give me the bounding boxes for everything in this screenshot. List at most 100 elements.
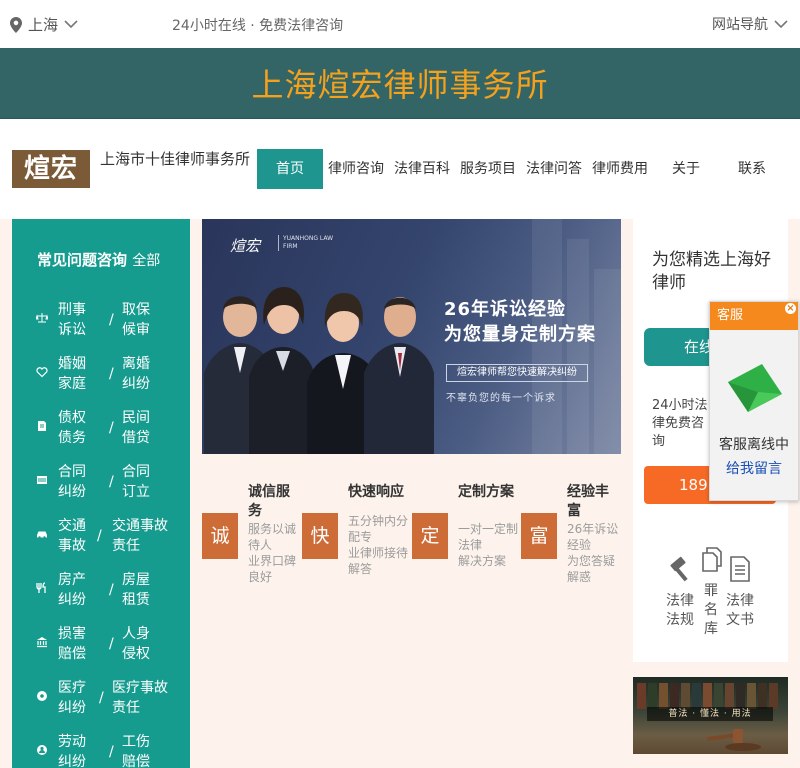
banner-title: 上海煊宏律师事务所 [251, 66, 549, 104]
city-label: 上海 [28, 16, 59, 34]
medical-icon [37, 691, 47, 701]
divider-slash: / [109, 636, 114, 652]
book-shape [648, 683, 657, 709]
feature-title: 经验丰富 [567, 484, 609, 519]
sidebar-item-sub[interactable]: 合同订立 [122, 462, 158, 502]
law-books-image[interactable]: 普法 · 懂法 · 用法 [633, 677, 788, 754]
book-shape [703, 683, 712, 709]
hours-text: 24小时法律免费咨询 [652, 398, 708, 449]
nav-home[interactable]: 首页 [257, 149, 323, 189]
sidebar-item-marriage[interactable]: 婚姻家庭 / 离婚纠纷 [12, 350, 190, 400]
city-selector[interactable]: 上海 [10, 14, 78, 35]
book-shape [714, 683, 723, 709]
slide-tagline: 煊宏律师帮您快速解决纠纷 [446, 364, 588, 382]
nav-lawyer-fees[interactable]: 律师费用 [587, 149, 653, 189]
sidebar-item-category[interactable]: 房产纠纷 [58, 570, 92, 610]
sidebar-item-labor[interactable]: 劳动纠纷 / 工伤赔偿 [12, 728, 190, 768]
sidebar-item-category[interactable]: 交通事故 [58, 516, 92, 556]
customer-service-widget: 客服 × 客服离线中 给我留言 [709, 301, 799, 501]
sidebar-title: 常见问题咨询 [37, 251, 128, 269]
firm-name: 上海市十佳律师事务所 [100, 150, 251, 168]
law-image-caption: 普法 · 懂法 · 用法 [647, 707, 773, 721]
sidebar-item-sub[interactable]: 取保候审 [122, 300, 158, 340]
feature-experience: 富 经验丰富 26年诉讼经验 为您答疑解惑 [521, 477, 621, 597]
faq-sidebar: 常见问题咨询 全部 刑事诉讼 / 取保候审 婚姻家庭 / 离婚纠纷 债权债务 /… [12, 219, 190, 768]
sidebar-item-category[interactable]: 劳动纠纷 [58, 732, 92, 768]
gavel-photo-icon [706, 729, 761, 751]
contract-icon [37, 476, 47, 484]
tool-label: 法律法规 [666, 593, 694, 628]
sidebar-item-category[interactable]: 损害赔偿 [58, 624, 92, 664]
hero-banner-image[interactable]: 煊宏 YUANHONG LAW FIRM 26年诉讼经验 为您量身定制方案 煊宏… [202, 219, 621, 454]
sidebar-item-sub[interactable]: 工伤赔偿 [122, 732, 158, 768]
main-nav: 首页 律师咨询 法律百科 服务项目 法律问答 律师费用 关于 联系 [257, 149, 785, 189]
divider-slash: / [109, 312, 114, 328]
site-nav-menu[interactable]: 网站导航 [712, 14, 788, 34]
feature-custom-plan: 定 定制方案 一对一定制法律 解决方案 [412, 477, 522, 597]
tool-label: 法律文书 [726, 593, 754, 628]
feature-title: 定制方案 [458, 484, 514, 500]
nav-contact[interactable]: 联系 [719, 149, 785, 189]
sidebar-all-link[interactable]: 全部 [132, 253, 160, 269]
nav-about[interactable]: 关于 [653, 149, 719, 189]
book-shape [769, 683, 778, 709]
sidebar-item-category[interactable]: 医疗纠纷 [58, 678, 92, 718]
close-icon[interactable]: × [785, 303, 796, 314]
feature-desc: 五分钟内分配专 业律师接待解答 [348, 514, 409, 576]
feature-icon-box: 定 [412, 513, 448, 559]
sidebar-item-contract[interactable]: 合同纠纷 / 合同订立 [12, 458, 190, 508]
scales-icon [36, 313, 48, 323]
divider-slash: / [109, 420, 114, 436]
nav-lawyer-consult[interactable]: 律师咨询 [323, 149, 389, 189]
envelope-icon [728, 364, 782, 412]
feature-title: 快速响应 [348, 484, 404, 500]
sidebar-item-sub[interactable]: 离婚纠纷 [122, 354, 158, 394]
slide-subline: 不辜负您的每一个诉求 [446, 393, 556, 404]
sidebar-item-sub[interactable]: 医疗事故责任 [112, 678, 174, 718]
tool-charges[interactable]: 罪名库 [699, 544, 723, 639]
divider-slash: / [97, 528, 102, 544]
sidebar-item-category[interactable]: 债权债务 [58, 408, 92, 448]
worker-icon [37, 745, 47, 755]
doc-text-icon [730, 556, 750, 582]
chevron-down-icon [64, 20, 78, 29]
building-shape [594, 269, 621, 454]
feature-title: 诚信服务 [248, 484, 290, 519]
firm-logo[interactable]: 煊宏 [12, 150, 90, 188]
sidebar-item-category[interactable]: 合同纠纷 [58, 462, 92, 502]
tool-laws[interactable]: 法律法规 [663, 554, 697, 630]
book-shape [681, 683, 690, 709]
sidebar-item-traffic[interactable]: 交通事故 / 交通事故责任 [12, 512, 190, 562]
tool-documents[interactable]: 法律文书 [723, 554, 757, 630]
leave-message-link[interactable]: 给我留言 [710, 458, 798, 478]
kefu-offline-text: 客服离线中 [719, 437, 789, 453]
slide-headline-2: 为您量身定制方案 [444, 324, 596, 345]
sidebar-item-debt[interactable]: 债权债务 / 民间借贷 [12, 404, 190, 454]
feature-integrity: 诚 诚信服务 服务以诚待人 业界口碑良好 [202, 477, 302, 597]
sidebar-item-sub[interactable]: 交通事故责任 [112, 516, 174, 556]
book-shape [670, 683, 679, 709]
divider-slash: / [109, 366, 114, 382]
nav-law-encyclopedia[interactable]: 法律百科 [389, 149, 455, 189]
nav-services[interactable]: 服务项目 [455, 149, 521, 189]
nav-law-qa[interactable]: 法律问答 [521, 149, 587, 189]
slide-headline-1: 26年诉讼经验 [444, 299, 567, 320]
sidebar-item-medical[interactable]: 医疗纠纷 / 医疗事故责任 [12, 674, 190, 724]
slide-logo: 煊宏 [230, 237, 261, 255]
bank-icon [37, 637, 47, 648]
house-icon [36, 582, 46, 593]
book-shape [758, 683, 767, 709]
sidebar-item-property[interactable]: 房产纠纷 / 房屋租赁 [12, 566, 190, 616]
sidebar-item-damages[interactable]: 损害赔偿 / 人身侵权 [12, 620, 190, 670]
sidebar-item-sub[interactable]: 房屋租赁 [122, 570, 158, 610]
book-shape [736, 683, 745, 709]
feature-icon-box: 富 [521, 513, 557, 559]
divider-slash: / [99, 690, 104, 706]
sidebar-item-sub[interactable]: 人身侵权 [122, 624, 158, 664]
sidebar-item-category[interactable]: 婚姻家庭 [58, 354, 92, 394]
sidebar-item-category[interactable]: 刑事诉讼 [58, 300, 92, 340]
sidebar-item-sub[interactable]: 民间借贷 [122, 408, 158, 448]
car-icon [37, 531, 47, 539]
sidebar-item-criminal[interactable]: 刑事诉讼 / 取保候审 [12, 296, 190, 346]
sidebar-header: 常见问题咨询 全部 [37, 249, 160, 270]
